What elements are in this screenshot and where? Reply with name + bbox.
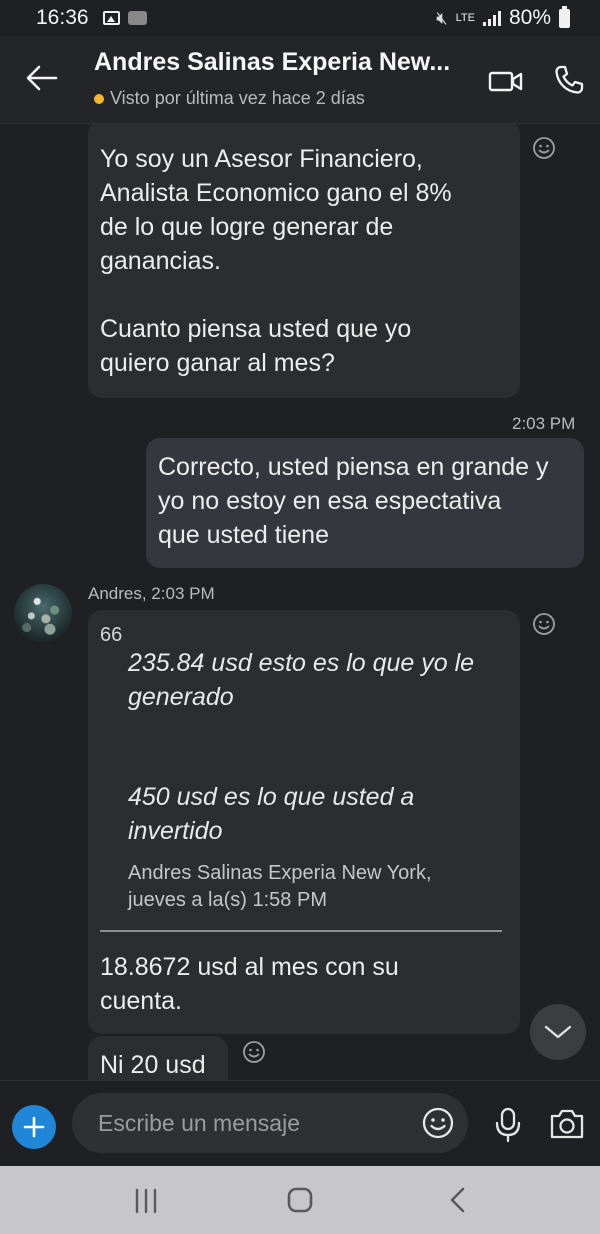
quote-mark-icon: 66 [100, 624, 123, 646]
message-composer: Escribe un mensaje [0, 1080, 600, 1166]
camera-icon[interactable] [548, 1107, 586, 1141]
scroll-to-bottom-button[interactable] [530, 1004, 586, 1060]
reply-text: 18.8672 usd al mes con su cuenta. [100, 953, 399, 1015]
presence-dot [94, 93, 104, 104]
message-input[interactable]: Escribe un mensaje [72, 1093, 468, 1153]
status-right-group: 🔇︎ LTE 80% [436, 0, 570, 36]
message-list[interactable]: Yo soy un Asesor Financiero, Analista Ec… [0, 124, 600, 1080]
quote-attribution: Andres Salinas Experia New York, jueves … [128, 862, 432, 911]
message-input-placeholder: Escribe un mensaje [98, 1110, 300, 1136]
status-notification-icons [102, 11, 147, 25]
reaction-smiley-icon[interactable] [242, 1040, 266, 1064]
battery-icon [559, 5, 570, 28]
signal-icon [482, 10, 501, 26]
reaction-smiley-icon[interactable] [532, 136, 556, 160]
chat-title[interactable]: Andres Salinas Experia New... [94, 48, 450, 77]
mute-icon: 🔇︎ [436, 7, 448, 28]
incoming-message-bubble[interactable]: Ni 20 usd [88, 1036, 228, 1080]
incoming-message-bubble[interactable]: Yo soy un Asesor Financiero, Analista Ec… [88, 124, 520, 398]
message-text: Correcto, usted piensa en grande y yo no… [158, 453, 549, 549]
gallery-notification-icon [102, 11, 120, 25]
status-bar: 16:36 🔇︎ LTE 80% [0, 0, 600, 36]
avatar[interactable] [14, 584, 72, 642]
system-navigation-bar [0, 1166, 600, 1234]
quoted-text-2: 450 usd es lo que usted a invertido [128, 783, 415, 845]
quoted-text-1: 235.84 usd esto es lo que yo le generado [128, 649, 475, 711]
reaction-smiley-icon[interactable] [532, 612, 556, 636]
quote-divider [100, 930, 502, 932]
plus-icon [23, 1116, 45, 1138]
add-attachment-button[interactable] [12, 1105, 56, 1149]
presence-status: Visto por última vez hace 2 días [94, 88, 365, 109]
video-call-icon[interactable] [488, 66, 524, 96]
message-text: Yo soy un Asesor Financiero, Analista Ec… [100, 145, 452, 377]
message-text: Ni 20 usd [100, 1051, 206, 1079]
presence-text: Visto por última vez hace 2 días [110, 88, 365, 108]
emoji-icon[interactable] [422, 1107, 454, 1139]
quoted-message-bubble[interactable]: 66 235.84 usd esto es lo que yo le gener… [88, 610, 520, 1034]
nav-home-icon[interactable] [286, 1186, 314, 1214]
battery-level: 80% [508, 6, 551, 29]
chevron-down-icon [544, 1025, 572, 1039]
sender-name-time: Andres, 2:03 PM [88, 584, 215, 603]
chat-header: Andres Salinas Experia New... Visto por … [0, 36, 600, 124]
message-timestamp: 2:03 PM [512, 414, 576, 433]
status-time: 16:36 [36, 6, 89, 29]
outgoing-message-bubble[interactable]: Correcto, usted piensa en grande y yo no… [146, 438, 584, 568]
phone-icon[interactable] [553, 64, 585, 96]
video-notification-icon [127, 11, 147, 25]
microphone-icon[interactable] [494, 1107, 522, 1143]
lte-indicator: LTE [455, 11, 475, 24]
nav-recent-apps-icon[interactable] [133, 1188, 159, 1214]
back-arrow-icon[interactable] [24, 60, 60, 96]
nav-back-icon[interactable] [447, 1186, 469, 1214]
